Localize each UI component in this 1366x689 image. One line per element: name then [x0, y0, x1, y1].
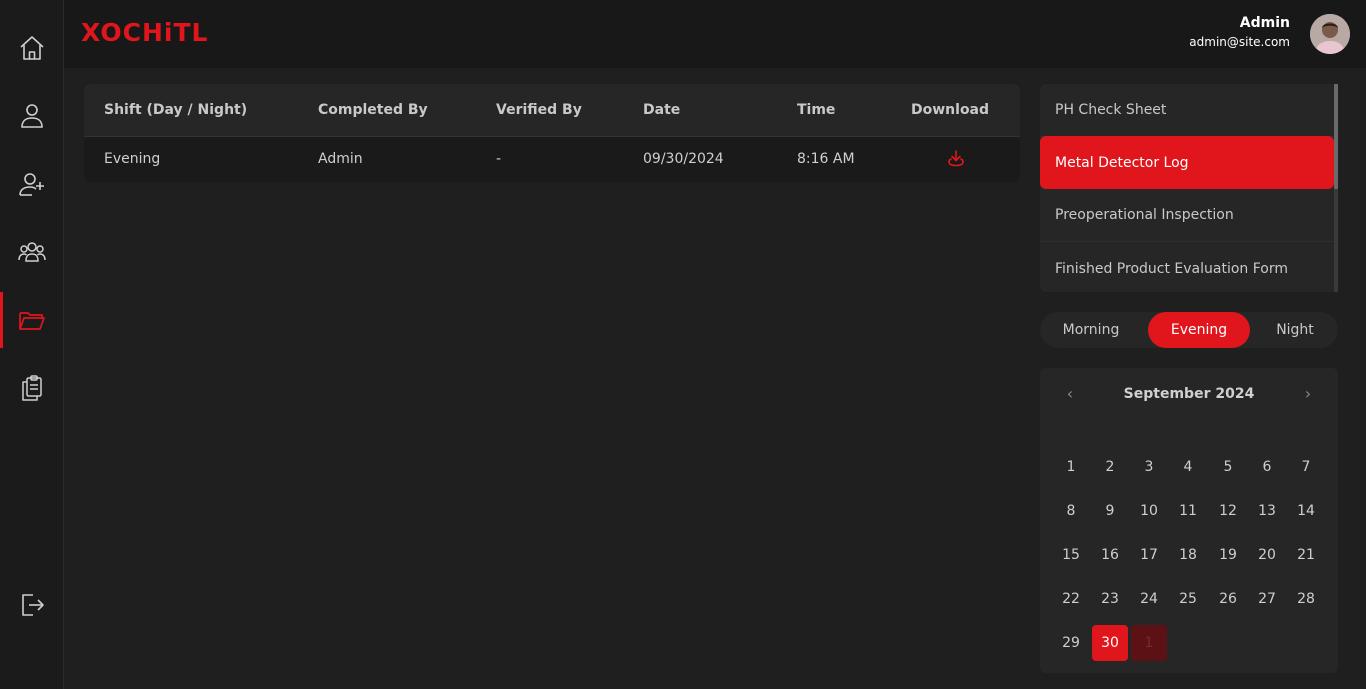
table-header: Shift (Day / Night) Completed By Verifie… — [84, 84, 1020, 137]
cell-verified-by: - — [496, 151, 502, 167]
form-item-finished-product-evaluation[interactable]: Finished Product Evaluation Form — [1040, 242, 1334, 292]
calendar-month-title: September 2024 — [1123, 386, 1255, 402]
calendar-day[interactable]: 26 — [1210, 581, 1246, 617]
nav-home[interactable] — [0, 20, 64, 76]
user-email: admin@site.com — [1189, 35, 1290, 49]
table-row: Evening Admin - 09/30/2024 8:16 AM — [84, 137, 1020, 182]
folder-icon — [19, 312, 45, 330]
form-item-metal-detector-log[interactable]: Metal Detector Log — [1040, 136, 1334, 189]
calendar-next-icon[interactable]: › — [1298, 384, 1318, 404]
calendar-day[interactable]: 8 — [1053, 493, 1089, 529]
calendar-day[interactable]: 10 — [1131, 493, 1167, 529]
logout-icon — [22, 594, 44, 616]
cell-shift: Evening — [104, 151, 161, 167]
calendar-day[interactable]: 17 — [1131, 537, 1167, 573]
calendar-day[interactable]: 18 — [1170, 537, 1206, 573]
records-table: Shift (Day / Night) Completed By Verifie… — [84, 84, 1020, 182]
calendar-day[interactable]: 11 — [1170, 493, 1206, 529]
calendar-day[interactable]: 14 — [1288, 493, 1324, 529]
download-icon[interactable] — [946, 148, 966, 168]
calendar-day[interactable]: 12 — [1210, 493, 1246, 529]
nav-profile[interactable] — [0, 88, 64, 144]
cell-completed-by: Admin — [318, 151, 363, 167]
avatar-image — [1310, 14, 1350, 54]
header: XOCHiTL Admin admin@site.com — [64, 0, 1366, 68]
calendar-day[interactable]: 24 — [1131, 581, 1167, 617]
column-header-completed-by: Completed By — [318, 102, 428, 118]
tab-night[interactable]: Night — [1244, 312, 1346, 348]
calendar-day[interactable]: 27 — [1249, 581, 1285, 617]
group-icon — [18, 242, 46, 262]
clipboard-copy-icon — [22, 375, 42, 401]
column-header-date: Date — [643, 102, 681, 118]
calendar: ‹ September 2024 › 1 2 3 4 5 6 7 8 9 10 11 12 13 14 15… — [1040, 368, 1338, 673]
user-icon — [21, 104, 43, 128]
calendar-day[interactable]: 9 — [1092, 493, 1128, 529]
nav-add-user[interactable] — [0, 156, 64, 212]
calendar-day[interactable]: 7 — [1288, 449, 1324, 485]
calendar-day[interactable]: 2 — [1092, 449, 1128, 485]
calendar-day[interactable]: 22 — [1053, 581, 1089, 617]
home-icon — [20, 36, 44, 60]
cell-time: 8:16 AM — [797, 151, 855, 167]
forms-scrollbar[interactable] — [1334, 84, 1338, 292]
calendar-day[interactable]: 25 — [1170, 581, 1206, 617]
calendar-day[interactable]: 28 — [1288, 581, 1324, 617]
nav-documents[interactable] — [0, 360, 64, 416]
calendar-day[interactable]: 3 — [1131, 449, 1167, 485]
forms-list: PH Check Sheet Metal Detector Log Preope… — [1040, 84, 1338, 292]
scrollbar-thumb[interactable] — [1334, 84, 1338, 189]
calendar-day[interactable]: 29 — [1053, 625, 1089, 661]
user-add-icon — [19, 173, 44, 196]
calendar-day[interactable]: 19 — [1210, 537, 1246, 573]
calendar-day[interactable]: 6 — [1249, 449, 1285, 485]
calendar-day[interactable]: 4 — [1170, 449, 1206, 485]
calendar-day[interactable]: 5 — [1210, 449, 1246, 485]
cell-date: 09/30/2024 — [643, 151, 724, 167]
user-name: Admin — [1239, 15, 1290, 31]
nav-forms[interactable] — [0, 292, 64, 348]
column-header-time: Time — [797, 102, 836, 118]
brand-logo[interactable]: XOCHiTL — [81, 18, 208, 47]
avatar[interactable] — [1310, 14, 1350, 54]
form-item-ph-check-sheet[interactable]: PH Check Sheet — [1040, 84, 1334, 137]
shift-tabs: Morning Evening Night — [1040, 312, 1338, 348]
nav-logout[interactable] — [0, 577, 64, 633]
nav-groups[interactable] — [0, 224, 64, 280]
calendar-day[interactable]: 30 — [1092, 625, 1128, 661]
sidebar — [0, 0, 64, 689]
calendar-day[interactable]: 13 — [1249, 493, 1285, 529]
column-header-download: Download — [911, 102, 990, 118]
column-header-shift: Shift (Day / Night) — [104, 102, 248, 118]
calendar-day[interactable]: 16 — [1092, 537, 1128, 573]
calendar-day[interactable]: 23 — [1092, 581, 1128, 617]
calendar-day[interactable]: 21 — [1288, 537, 1324, 573]
calendar-day-next-month[interactable]: 1 — [1131, 625, 1167, 661]
tab-evening[interactable]: Evening — [1148, 312, 1250, 348]
calendar-day[interactable]: 20 — [1249, 537, 1285, 573]
calendar-day[interactable]: 15 — [1053, 537, 1089, 573]
calendar-day[interactable]: 1 — [1053, 449, 1089, 485]
form-item-preoperational-inspection[interactable]: Preoperational Inspection — [1040, 189, 1334, 242]
tab-morning[interactable]: Morning — [1040, 312, 1142, 348]
column-header-verified-by: Verified By — [496, 102, 582, 118]
